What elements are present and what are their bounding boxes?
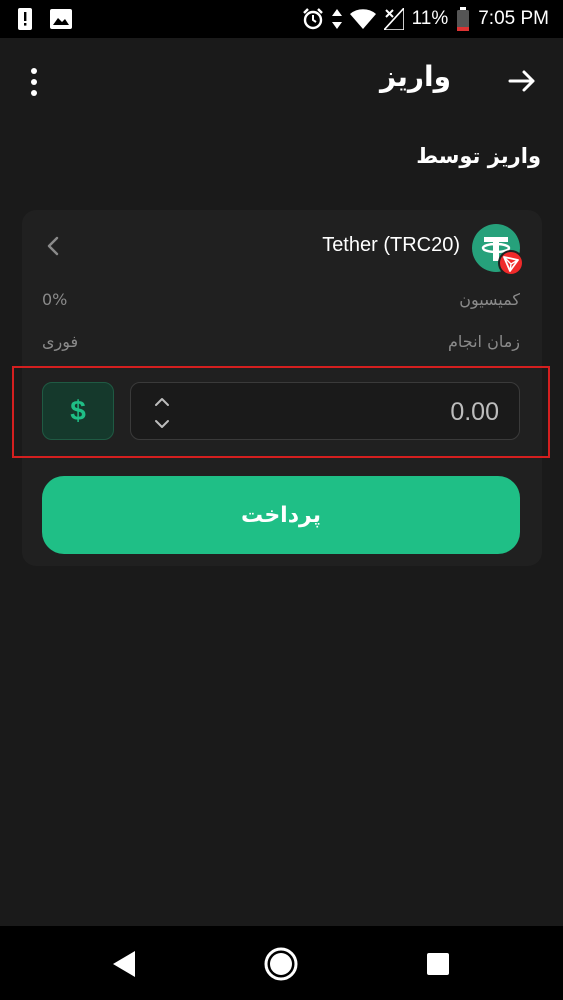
arrow-right-icon[interactable] bbox=[507, 66, 537, 96]
alarm-icon bbox=[302, 8, 324, 30]
time-row: زمان انجام فوری bbox=[22, 332, 542, 358]
fee-value: 0% bbox=[42, 290, 68, 309]
amount-field[interactable] bbox=[130, 382, 520, 440]
image-icon bbox=[50, 9, 72, 29]
more-vertical-icon[interactable] bbox=[22, 62, 46, 102]
chevron-down-icon bbox=[155, 420, 169, 428]
pay-button[interactable]: پرداخت bbox=[42, 476, 520, 554]
status-bar: 11% 7:05 PM bbox=[0, 0, 563, 38]
section-label: واریز توسط bbox=[416, 144, 541, 168]
chevron-left-icon[interactable] bbox=[42, 234, 66, 258]
amount-stepper[interactable] bbox=[151, 389, 173, 435]
time-value: فوری bbox=[42, 332, 79, 351]
fee-row: کمیسیون 0% bbox=[22, 290, 542, 316]
app-header: واریز bbox=[0, 52, 563, 112]
battery-icon bbox=[456, 7, 470, 31]
data-arrows-icon bbox=[331, 9, 342, 29]
no-signal-icon bbox=[383, 8, 404, 30]
alert-icon bbox=[18, 8, 32, 30]
back-nav-icon[interactable] bbox=[104, 944, 144, 984]
amount-input[interactable] bbox=[219, 395, 499, 429]
chevron-up-icon bbox=[155, 398, 169, 406]
navigation-bar bbox=[0, 926, 563, 1000]
currency-button[interactable]: $ bbox=[42, 382, 114, 440]
wifi-icon bbox=[349, 9, 376, 29]
page-title: واریز bbox=[379, 60, 451, 93]
time-label: زمان انجام bbox=[447, 332, 520, 351]
tron-icon bbox=[498, 250, 524, 276]
battery-percent: 11% bbox=[411, 8, 449, 29]
payment-method-name: Tether (TRC20) bbox=[322, 234, 460, 256]
recents-nav-icon[interactable] bbox=[418, 944, 458, 984]
payment-method-card: Tether (TRC20) کمیسیون 0% زمان انجام فور… bbox=[22, 210, 542, 566]
status-time: 7:05 PM bbox=[478, 8, 549, 29]
payment-method-selector[interactable]: Tether (TRC20) bbox=[22, 224, 542, 276]
home-nav-icon[interactable] bbox=[261, 944, 301, 984]
amount-area: $ bbox=[42, 382, 520, 442]
tether-icon bbox=[472, 224, 524, 276]
fee-label: کمیسیون bbox=[459, 290, 520, 309]
